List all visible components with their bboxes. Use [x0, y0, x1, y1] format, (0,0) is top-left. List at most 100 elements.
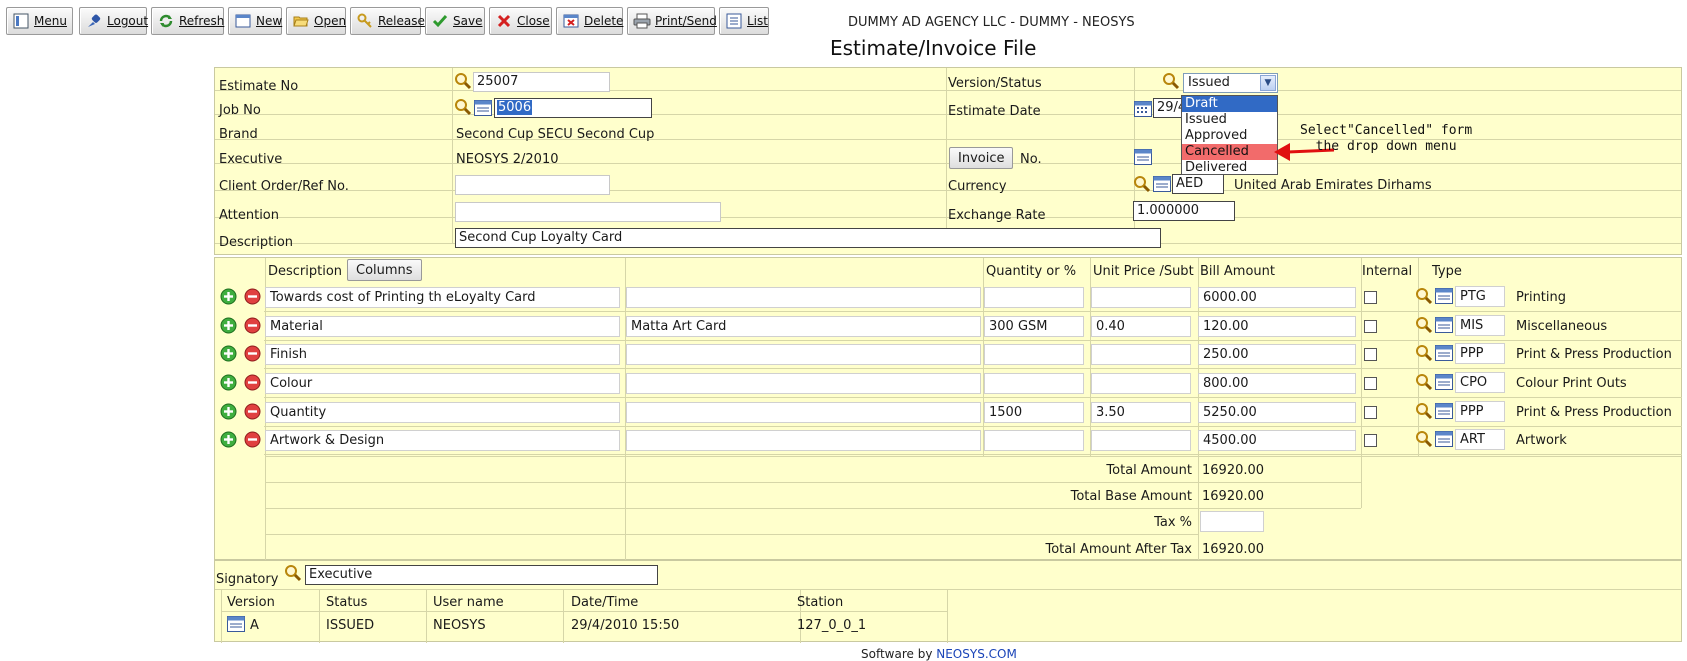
close-button[interactable]: Close — [489, 7, 552, 35]
internal-checkbox[interactable] — [1364, 291, 1377, 304]
line-unit-price-input[interactable]: 3.50 — [1091, 402, 1191, 423]
invoice-button[interactable]: Invoice — [949, 147, 1014, 169]
line-unit-price-input[interactable] — [1091, 287, 1191, 308]
line-type-code-input[interactable]: MIS — [1455, 315, 1505, 336]
search-icon[interactable] — [454, 98, 472, 116]
delete-row-icon[interactable] — [244, 431, 261, 448]
status-option-draft[interactable]: Draft — [1182, 96, 1277, 112]
line-description-input[interactable]: Towards cost of Printing th eLoyalty Car… — [265, 287, 620, 308]
delete-button[interactable]: Delete — [556, 7, 623, 35]
delete-row-icon[interactable] — [244, 374, 261, 391]
line-description-input[interactable]: Finish — [265, 344, 620, 365]
currency-code-input[interactable]: AED — [1172, 174, 1224, 194]
search-icon[interactable] — [1415, 344, 1433, 362]
attention-input[interactable] — [455, 202, 721, 222]
print-send-button[interactable]: Print/Send — [627, 7, 717, 35]
open-button[interactable]: Open — [286, 7, 346, 35]
line-description-input[interactable]: Artwork & Design — [265, 430, 620, 451]
line-unit-price-input[interactable]: 0.40 — [1091, 316, 1191, 337]
line-quantity-input[interactable] — [984, 430, 1084, 451]
estimate-date-input[interactable]: 29/4 — [1153, 98, 1183, 118]
add-row-icon[interactable] — [220, 345, 237, 362]
line-quantity-input[interactable]: 1500 — [984, 402, 1084, 423]
delete-row-icon[interactable] — [244, 345, 261, 362]
estimate-no-input[interactable]: 25007 — [473, 72, 610, 92]
line-bill-amount-input[interactable]: 4500.00 — [1198, 430, 1356, 451]
chevron-down-icon[interactable]: ▼ — [1260, 75, 1276, 91]
signatory-input[interactable]: Executive — [305, 565, 658, 585]
line-detail-input[interactable] — [626, 373, 981, 394]
add-row-icon[interactable] — [220, 431, 237, 448]
new-button[interactable]: New — [228, 7, 282, 35]
line-type-code-input[interactable]: CPO — [1455, 372, 1505, 393]
line-bill-amount-input[interactable]: 120.00 — [1198, 316, 1356, 337]
delete-row-icon[interactable] — [244, 317, 261, 334]
internal-checkbox[interactable] — [1364, 377, 1377, 390]
line-quantity-input[interactable] — [984, 344, 1084, 365]
search-icon[interactable] — [1415, 402, 1433, 420]
refresh-button[interactable]: Refresh — [151, 7, 224, 35]
internal-checkbox[interactable] — [1364, 348, 1377, 361]
calendar-icon[interactable] — [1134, 101, 1152, 117]
list-button[interactable]: List — [719, 7, 769, 35]
line-unit-price-input[interactable] — [1091, 344, 1191, 365]
line-quantity-input[interactable] — [984, 287, 1084, 308]
popup-list-icon[interactable] — [1435, 345, 1453, 361]
line-detail-input[interactable] — [626, 287, 981, 308]
save-button[interactable]: Save — [425, 7, 485, 35]
line-type-code-input[interactable]: PPP — [1455, 343, 1505, 364]
line-bill-amount-input[interactable]: 250.00 — [1198, 344, 1356, 365]
line-bill-amount-input[interactable]: 5250.00 — [1198, 402, 1356, 423]
menu-button[interactable]: Menu — [6, 7, 73, 35]
add-row-icon[interactable] — [220, 288, 237, 305]
line-detail-input[interactable] — [626, 430, 981, 451]
client-order-input[interactable] — [455, 175, 610, 195]
internal-checkbox[interactable] — [1364, 434, 1377, 447]
delete-row-icon[interactable] — [244, 288, 261, 305]
popup-list-icon[interactable] — [1435, 317, 1453, 333]
search-icon[interactable] — [1415, 430, 1433, 448]
internal-checkbox[interactable] — [1364, 406, 1377, 419]
tax-percent-input[interactable] — [1200, 511, 1264, 532]
internal-checkbox[interactable] — [1364, 320, 1377, 333]
description-input[interactable]: Second Cup Loyalty Card — [455, 228, 1161, 248]
line-description-input[interactable]: Colour — [265, 373, 620, 394]
popup-list-icon[interactable] — [227, 616, 245, 632]
search-icon[interactable] — [1415, 287, 1433, 305]
add-row-icon[interactable] — [220, 374, 237, 391]
line-type-code-input[interactable]: PTG — [1455, 286, 1505, 307]
line-detail-input[interactable] — [626, 402, 981, 423]
line-detail-input[interactable] — [626, 344, 981, 365]
job-no-input[interactable]: 5006 — [494, 98, 652, 118]
line-bill-amount-input[interactable]: 6000.00 — [1198, 287, 1356, 308]
exchange-rate-input[interactable]: 1.000000 — [1133, 201, 1235, 221]
status-option-approved[interactable]: Approved — [1182, 128, 1277, 144]
line-detail-input[interactable]: Matta Art Card — [626, 316, 981, 337]
search-icon[interactable] — [1162, 72, 1180, 90]
line-type-code-input[interactable]: PPP — [1455, 401, 1505, 422]
search-icon[interactable] — [1133, 175, 1151, 193]
line-bill-amount-input[interactable]: 800.00 — [1198, 373, 1356, 394]
popup-list-icon[interactable] — [474, 100, 492, 116]
status-option-issued[interactable]: Issued — [1182, 112, 1277, 128]
line-type-code-input[interactable]: ART — [1455, 429, 1505, 450]
logout-button[interactable]: Logout — [79, 7, 148, 35]
neosys-link[interactable]: NEOSYS.COM — [936, 647, 1017, 661]
columns-button[interactable]: Columns — [347, 259, 422, 281]
line-unit-price-input[interactable] — [1091, 373, 1191, 394]
search-icon[interactable] — [1415, 373, 1433, 391]
search-icon[interactable] — [284, 564, 302, 582]
popup-list-icon[interactable] — [1134, 149, 1152, 165]
add-row-icon[interactable] — [220, 403, 237, 420]
popup-list-icon[interactable] — [1435, 403, 1453, 419]
popup-list-icon[interactable] — [1435, 431, 1453, 447]
search-icon[interactable] — [454, 72, 472, 90]
status-option-cancelled[interactable]: Cancelled — [1182, 144, 1277, 160]
release-button[interactable]: Release — [350, 7, 425, 35]
add-row-icon[interactable] — [220, 317, 237, 334]
line-quantity-input[interactable] — [984, 373, 1084, 394]
search-icon[interactable] — [1415, 316, 1433, 334]
popup-list-icon[interactable] — [1153, 176, 1171, 192]
line-description-input[interactable]: Material — [265, 316, 620, 337]
line-unit-price-input[interactable] — [1091, 430, 1191, 451]
